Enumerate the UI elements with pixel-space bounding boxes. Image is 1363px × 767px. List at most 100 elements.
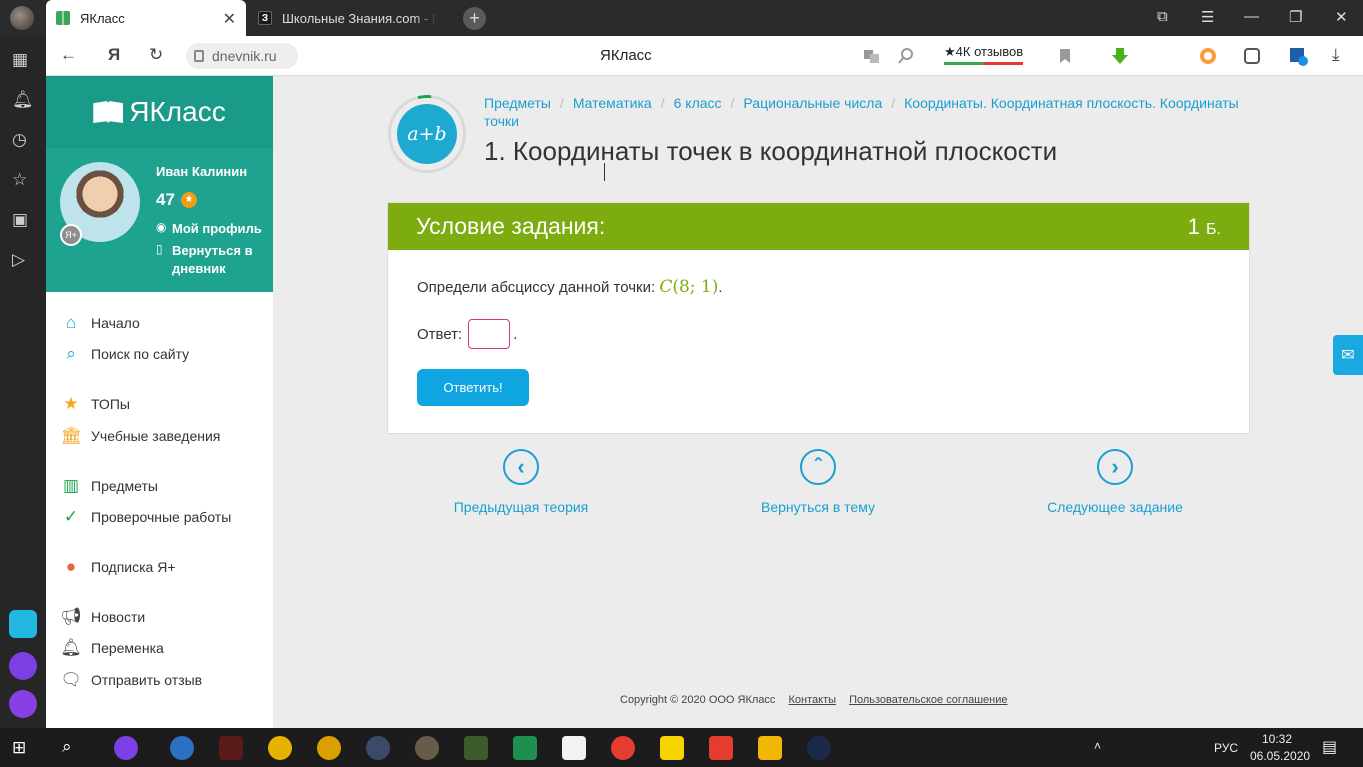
sidebar-item-search[interactable]: ⌕ Поиск по сайту — [60, 344, 189, 364]
game-2-taskbar-icon[interactable] — [464, 736, 488, 760]
breadcrumb-item[interactable]: Рациональные числа — [743, 95, 882, 111]
close-tab-icon[interactable]: ✕ — [223, 9, 236, 29]
collections-icon[interactable] — [1242, 46, 1262, 66]
messenger-app-icon[interactable] — [9, 610, 37, 638]
app-3-taskbar-icon[interactable] — [660, 736, 684, 760]
clock-date[interactable]: 06.05.2020 — [1250, 749, 1310, 763]
action-center-icon[interactable]: ▤ — [1322, 737, 1337, 757]
stalker-3-taskbar-icon[interactable] — [366, 736, 390, 760]
notifications-icon[interactable]: 🔔︎ — [12, 90, 34, 110]
tab-yaklass[interactable]: ЯКласс ✕ — [46, 0, 246, 36]
downloads-icon[interactable]: ⤓ — [1332, 45, 1340, 65]
alice-extension-icon[interactable] — [1198, 46, 1218, 66]
lock-icon — [194, 50, 204, 62]
search-icon[interactable]: ⌕ — [62, 737, 72, 757]
reload-icon[interactable]: ↻ — [149, 45, 163, 65]
profile-icon: ◉ — [156, 220, 167, 234]
agreement-link[interactable]: Пользовательское соглашение — [849, 694, 1007, 706]
yandex-icon[interactable]: Я — [108, 45, 120, 65]
points-value: 47 — [156, 190, 175, 209]
new-tab-button[interactable]: + — [463, 7, 486, 30]
steam-taskbar-icon[interactable] — [807, 736, 831, 760]
breadcrumb-item[interactable]: Предметы — [484, 95, 551, 111]
tray-chevron-up-icon[interactable]: ˄ — [1094, 739, 1101, 753]
translate-icon[interactable] — [862, 46, 882, 66]
breadcrumb-item[interactable]: 6 класс — [674, 95, 722, 111]
explorer-taskbar-icon[interactable] — [758, 736, 782, 760]
collections-sidebar-icon[interactable]: ▣ — [12, 210, 28, 230]
answer-input[interactable] — [468, 319, 511, 349]
address-bar[interactable]: dnevnik.ru — [186, 43, 298, 69]
sidebar-item-schools[interactable]: 🏛︎ Учебные заведения — [60, 426, 220, 446]
check-icon: ✓ — [63, 507, 79, 526]
chevron-right-icon: › — [1097, 449, 1133, 485]
close-window-button[interactable]: ✕ — [1335, 8, 1348, 26]
footer: Copyright © 2020 ООО ЯКласс Контакты Пол… — [620, 694, 1008, 706]
sidebar-item-feedback[interactable]: 🗨︎ Отправить отзыв — [60, 670, 202, 690]
alice-voice-icon[interactable] — [9, 690, 37, 718]
back-to-diary-link[interactable]: ▯ Вернуться в дневник — [156, 242, 272, 278]
stalker-2-taskbar-icon[interactable] — [317, 736, 341, 760]
sidebar-item-subscription[interactable]: ● Подписка Я+ — [60, 557, 176, 577]
question-text: Определи абсциссу данной точки: — [417, 279, 656, 296]
prev-theory-label: Предыдущая теория — [453, 499, 589, 515]
file-taskbar-icon[interactable] — [562, 736, 586, 760]
apps-grid-icon[interactable]: ▦ — [12, 50, 28, 70]
mail-icon[interactable]: ✉ — [1333, 335, 1363, 375]
sidebar-item-break[interactable]: 🔔︎ Переменка — [60, 638, 164, 658]
input-language[interactable]: РУС — [1214, 741, 1238, 755]
favorites-icon[interactable]: ☆ — [12, 170, 27, 190]
alice-app-icon[interactable] — [9, 652, 37, 680]
task-points: 1 Б. — [1188, 214, 1221, 240]
stalker-taskbar-icon[interactable] — [268, 736, 292, 760]
restore-button[interactable]: ❐ — [1289, 8, 1302, 26]
task-points-unit: Б. — [1206, 220, 1221, 238]
browser-menu-icon[interactable]: ☰ — [1201, 8, 1214, 26]
user-panel: ЯКласс Я+ Иван Калинин 47 ★ ◉ Мой профил… — [46, 76, 273, 292]
back-to-topic-link[interactable]: ˆ Вернуться в тему — [708, 449, 928, 515]
back-to-topic-label: Вернуться в тему — [761, 499, 875, 515]
media-icon[interactable]: ▷ — [12, 250, 25, 270]
site-logo[interactable]: ЯКласс — [46, 76, 273, 148]
game-taskbar-icon[interactable] — [219, 736, 243, 760]
back-icon[interactable]: ← — [60, 45, 77, 65]
reviews-badge[interactable]: ★4К отзывов — [944, 44, 1024, 65]
extension-icon[interactable] — [1288, 46, 1308, 66]
sidebar-item-label: Поиск по сайту — [91, 346, 190, 362]
math-point: C — [659, 277, 673, 297]
breadcrumb-separator: / — [891, 95, 896, 111]
sidebar-item-tops[interactable]: ★ ТОПы — [60, 394, 130, 414]
breadcrumb-item[interactable]: Математика — [573, 95, 652, 111]
windows-start-icon[interactable]: ⊞ — [12, 738, 26, 758]
history-icon[interactable]: ◷ — [12, 130, 27, 150]
browser-tab-bar: ЯКласс ✕ З Школьные Знания.com - П + ⧉ ☰… — [0, 0, 1363, 36]
sidebar-item-subjects[interactable]: ▥ Предметы — [60, 476, 158, 496]
download-manager-icon[interactable] — [1110, 46, 1130, 66]
zoom-icon[interactable] — [896, 46, 916, 66]
bookmark-icon[interactable] — [1055, 46, 1075, 66]
tab-znanija[interactable]: З Школьные Знания.com - П — [250, 0, 440, 36]
alice-taskbar-icon[interactable] — [114, 736, 138, 760]
money-app-taskbar-icon[interactable] — [513, 736, 537, 760]
sidebar-item-home[interactable]: ⌂ Начало — [60, 313, 140, 333]
stalker-4-taskbar-icon[interactable] — [415, 736, 439, 760]
next-task-link[interactable]: › Следующее задание — [1005, 449, 1225, 515]
minimize-button[interactable]: — — [1244, 8, 1259, 25]
sidebar-item-news[interactable]: 📢︎ Новости — [60, 607, 145, 627]
submit-answer-button[interactable]: Ответить! — [417, 369, 529, 406]
profile-link[interactable]: ◉ Мой профиль — [156, 220, 272, 238]
yaklass-favicon-icon — [56, 11, 70, 25]
contacts-link[interactable]: Контакты — [789, 694, 837, 706]
topic-badge: a+b — [388, 95, 466, 173]
clock-time[interactable]: 10:32 — [1262, 732, 1292, 746]
sidebar-item-tests[interactable]: ✓ Проверочные работы — [60, 507, 231, 527]
prev-theory-link[interactable]: ‹ Предыдущая теория — [411, 449, 631, 515]
user-name[interactable]: Иван Калинин — [156, 164, 247, 179]
topic-badge-label: a+b — [397, 104, 457, 164]
browser-profile-avatar[interactable] — [10, 6, 34, 30]
yandex-taskbar-icon[interactable] — [709, 736, 733, 760]
app-taskbar-icon[interactable] — [170, 736, 194, 760]
chevron-up-icon: ˆ — [800, 449, 836, 485]
tab-stack-icon[interactable]: ⧉ — [1157, 8, 1168, 25]
yandex-browser-taskbar-icon[interactable] — [611, 736, 635, 760]
